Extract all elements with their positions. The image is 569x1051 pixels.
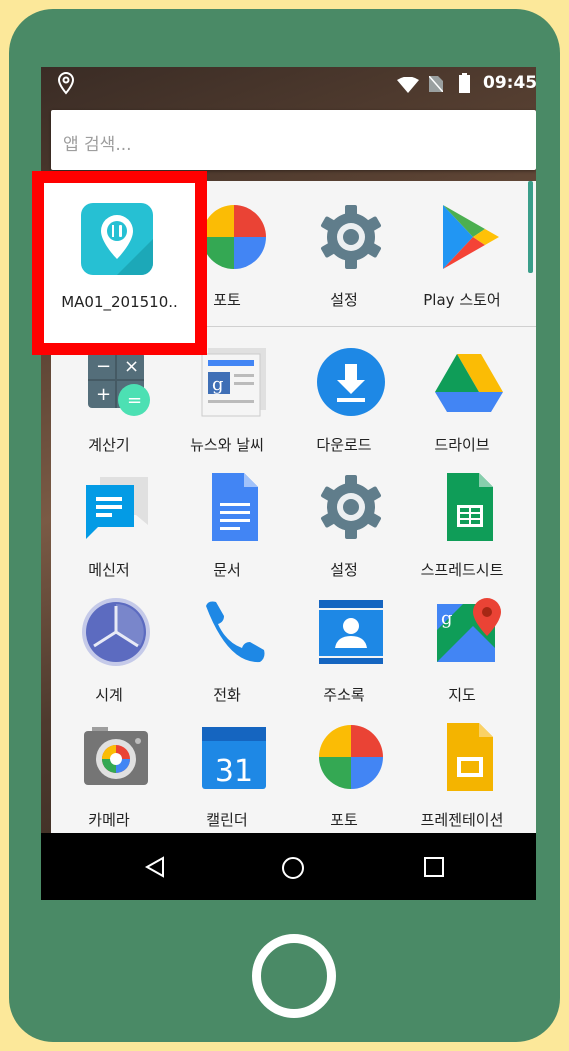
home-icon[interactable] xyxy=(281,856,305,880)
news-weather-icon: g xyxy=(201,348,266,417)
svg-text:×: × xyxy=(124,356,139,377)
app-contacts[interactable]: 주소록 xyxy=(286,576,402,704)
app-photos-2[interactable]: 포토 xyxy=(286,701,402,829)
slides-icon xyxy=(447,723,493,791)
app-downloads[interactable]: 다운로드 xyxy=(286,326,402,454)
physical-home-button[interactable] xyxy=(252,934,336,1018)
contacts-icon xyxy=(319,600,383,664)
svg-text:−: − xyxy=(96,356,111,377)
calendar-date: 31 xyxy=(215,754,253,789)
phone-icon xyxy=(206,601,265,663)
recents-icon[interactable] xyxy=(423,856,445,878)
app-settings-2[interactable]: 설정 xyxy=(286,451,402,579)
photos-icon xyxy=(202,205,266,269)
messenger-icon xyxy=(86,477,148,539)
svg-text:=: = xyxy=(127,390,142,411)
svg-text:+: + xyxy=(96,384,111,405)
drawer-scrollbar[interactable] xyxy=(528,181,533,273)
app-settings[interactable]: 설정 xyxy=(286,181,402,309)
app-label: 포토 xyxy=(330,811,358,829)
app-sheets[interactable]: 스프레드시트 xyxy=(404,451,520,579)
status-bar: 09:45 xyxy=(41,67,536,101)
app-drive[interactable]: 드라이브 xyxy=(404,326,520,454)
highlighted-app[interactable]: MA01_201510.. xyxy=(32,171,207,355)
status-time: 09:45 xyxy=(483,73,536,93)
app-search-bar[interactable]: 앱 검색... xyxy=(51,110,536,170)
app-messenger[interactable]: 메신저 xyxy=(51,451,167,579)
battery-icon xyxy=(459,73,470,93)
location-icon xyxy=(57,71,75,95)
app-label: MA01_201510.. xyxy=(61,293,178,311)
app-label: Play 스토어 xyxy=(423,291,501,309)
app-label: 카메라 xyxy=(88,811,130,829)
app-calendar[interactable]: 31 캘린더 xyxy=(169,701,285,829)
no-sim-icon xyxy=(429,76,443,92)
svg-text:g: g xyxy=(212,374,224,395)
play-store-icon xyxy=(443,205,499,269)
calculator-icon: − × + = xyxy=(88,352,150,416)
app-label: 캘린더 xyxy=(206,811,248,829)
svg-text:g: g xyxy=(441,608,453,629)
sheets-icon xyxy=(447,473,493,541)
calendar-icon: 31 xyxy=(202,727,266,789)
docs-icon xyxy=(212,473,258,541)
settings-gear-icon xyxy=(321,475,381,539)
back-icon[interactable] xyxy=(144,856,166,878)
app-camera[interactable]: 카메라 xyxy=(51,701,167,829)
photos-icon xyxy=(319,725,383,789)
app-label: 설정 xyxy=(330,291,358,309)
clock-icon xyxy=(82,598,150,666)
app-phone[interactable]: 전화 xyxy=(169,576,285,704)
navigation-bar xyxy=(41,833,536,900)
wifi-icon xyxy=(397,77,419,93)
camera-icon xyxy=(84,727,148,785)
download-icon xyxy=(317,348,385,416)
app-label: 프레젠테이션 xyxy=(420,811,504,829)
drive-icon xyxy=(435,354,503,412)
maps-icon: g xyxy=(437,598,501,662)
app-play-store[interactable]: Play 스토어 xyxy=(404,181,520,309)
search-placeholder: 앱 검색... xyxy=(63,135,132,155)
app-clock[interactable]: 시계 xyxy=(51,576,167,704)
app-docs[interactable]: 문서 xyxy=(169,451,285,579)
app-slides[interactable]: 프레젠테이션 xyxy=(404,701,520,829)
app-maps[interactable]: g 지도 xyxy=(404,576,520,704)
settings-gear-icon xyxy=(321,205,381,269)
restaurant-location-icon xyxy=(81,203,153,275)
